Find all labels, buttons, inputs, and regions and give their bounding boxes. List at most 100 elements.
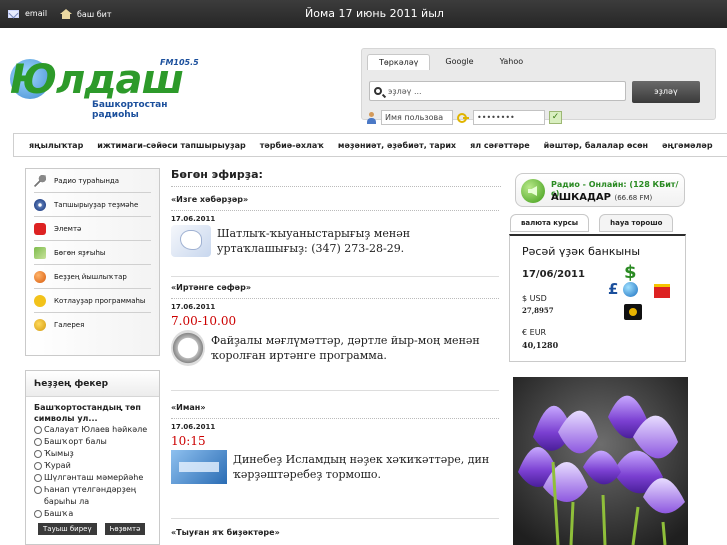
program-date: 17.06.2011 (171, 423, 216, 431)
sidebar-item-contact[interactable]: Элемтә (34, 217, 151, 241)
program-text: Динебеҙ Исламдың нәҙек хәҡиҡәттәре, дин … (233, 453, 490, 481)
nav-item-culture[interactable]: мәҙәниәт, әҙәбиәт, тарих (338, 141, 456, 150)
sidebar-item-label: Котлауҙар программаһы (54, 296, 146, 305)
sidebar-item-label: Беҙҙең йышлыҡтар (54, 272, 127, 281)
program-item: «Иртәнге сәфәр» 17.06.2011 7.00-10.00 Фа… (171, 279, 499, 366)
sidebar-item-gallery[interactable]: Галерея (34, 313, 151, 337)
poll-buttons: Тауыш биреү Һөҙөмтә (26, 523, 159, 535)
program-body: Динебеҙ Исламдың нәҙек хәҡиҡәттәре, дин … (171, 450, 499, 484)
sidebar-item-frequencies[interactable]: Беҙҙең йышлыҡтар (34, 265, 151, 289)
program-title[interactable]: «Изге хәбәрҙәр» (171, 191, 499, 211)
program-title[interactable]: «Тыуған яҡ биҙәктәре» (171, 524, 499, 544)
radio-button[interactable] (34, 510, 42, 518)
main-nav: яңылыҡтар ижтимаги-сәйәси тапшырыуҙар тә… (13, 133, 727, 157)
search-input[interactable]: эҙләү ... (369, 81, 626, 101)
user-icon (366, 111, 377, 124)
nav-item-ethics[interactable]: тәрбиә-әхлаҡ (260, 141, 324, 150)
radio-button[interactable] (34, 438, 42, 446)
currency-date: 17/06/2011 (522, 269, 585, 280)
poll-question: Башҡортостандың төп символы ул... (34, 403, 141, 423)
program-text: Файҙалы мәғлүмәттәр, дәртле йыр-моң менә… (211, 334, 480, 362)
login-form: Имя пользова •••••••• ✓ (366, 110, 562, 125)
divider (171, 518, 499, 519)
poll-option-label: Башҡа (44, 509, 74, 518)
sidebar-item-schedule[interactable]: Тапшырыуҙар теҙмәһе (34, 193, 151, 217)
sidebar-item-label: Тапшырыуҙар теҙмәһе (54, 200, 139, 209)
poll-option[interactable]: Шүлгәнташ мәмерйәһе (26, 472, 159, 484)
email-label: email (25, 9, 48, 18)
logo-subtitle: Башкортостан радиоhы (92, 100, 168, 120)
search-tab-local[interactable]: Төркәләү (367, 54, 431, 70)
phone-icon (34, 222, 46, 235)
results-button[interactable]: Һөҙөмтә (104, 523, 146, 535)
poll-option[interactable]: Ҡурай (26, 460, 159, 472)
poll-title: Һеҙҙең фекер (26, 371, 159, 397)
sidebar-item-about[interactable]: Радио тураһында (34, 169, 151, 193)
poll-option[interactable]: Башҡа (26, 508, 159, 520)
sidebar-item-label: Элемтә (54, 224, 82, 233)
program-item: «Иман» 17.06.2011 10:15 Динебеҙ Исламдың… (171, 399, 499, 484)
microphone-icon (34, 174, 46, 187)
poll-option-label: Шүлгәнташ мәмерйәһе (44, 473, 144, 482)
search-tab-google[interactable]: Google (434, 54, 484, 70)
sidebar-item-donate[interactable]: Бөгөн яҙғыһы (34, 241, 151, 265)
poll-option[interactable]: Салауат Юлаев һәйкәле (26, 424, 159, 436)
on-air-section: Бөгөн эфирҙа: (171, 168, 501, 187)
search-icon (374, 87, 382, 95)
radio-online-player[interactable]: Радио - Онлайн: (128 КБит/с) АШКАДАР (66… (515, 173, 685, 207)
gift-icon (654, 284, 670, 298)
nav-item-leisure[interactable]: ял сәғәттәре (470, 141, 530, 150)
program-time: 7.00-10.00 (171, 314, 237, 328)
program-title[interactable]: «Иман» (171, 399, 499, 419)
usd-value: 27,8957 (522, 306, 554, 315)
password-field[interactable]: •••••••• (473, 110, 545, 125)
poll-option-label: Башҡорт балы (44, 437, 107, 446)
search-placeholder: эҙләү ... (388, 86, 422, 96)
nav-item-youth[interactable]: йәштәр, балалар өсөн (544, 141, 648, 150)
dove-image (171, 225, 211, 257)
logo-frequency: FM105.5 (160, 58, 199, 67)
crocus-photo (513, 377, 688, 545)
speaker-icon[interactable] (521, 179, 545, 203)
vote-button[interactable]: Тауыш биреү (38, 523, 97, 535)
mosque-image (171, 450, 227, 484)
key-icon (457, 112, 469, 124)
poll-option[interactable]: Ҡымыҙ (26, 448, 159, 460)
radio-button[interactable] (34, 474, 42, 482)
currency-panel: Рәсәй үҙәк банкыны 17/06/2011 $ USD 27,8… (509, 234, 686, 362)
username-field[interactable]: Имя пользова (381, 110, 453, 125)
eur-value: 40,1280 (522, 340, 559, 350)
ball-icon (34, 270, 46, 283)
tab-currency[interactable]: валюта курсы (510, 214, 590, 232)
tab-weather[interactable]: һауа торошо (599, 214, 674, 232)
nav-item-interviews[interactable]: әңгәмәләр (662, 141, 712, 150)
sidebar-item-label: Радио тураһында (54, 176, 120, 185)
radio-button[interactable] (34, 450, 42, 458)
poll-option[interactable]: Башҡорт балы (26, 436, 159, 448)
wallet-icon (624, 304, 642, 320)
pound-icon: £ (608, 280, 619, 298)
sidebar-item-greetings[interactable]: Котлауҙар программаһы (34, 289, 151, 313)
radio-station-name: АШКАДАР (551, 192, 611, 203)
poll-option[interactable]: Һанап үтелгәндәрҙең барыһы ла (26, 484, 159, 508)
login-button[interactable]: ✓ (549, 111, 562, 124)
email-link[interactable]: email (8, 9, 47, 18)
nav-item-news[interactable]: яңылыҡтар (29, 141, 83, 150)
disc-icon (34, 198, 46, 211)
radio-button[interactable] (34, 486, 42, 494)
radio-station-freq: (66.68 FM) (614, 194, 653, 202)
radio-station: АШКАДАР (66.68 FM) (551, 192, 652, 203)
program-time: 10:15 (171, 434, 206, 448)
radio-button[interactable] (34, 462, 42, 470)
info-tabs: валюта курсы һауа торошо (510, 214, 674, 232)
program-title[interactable]: «Иртәнге сәфәр» (171, 279, 499, 299)
home-link[interactable]: баш бит (60, 9, 112, 19)
program-body: Шатлыҡ-ҡыуаныстарығыҙ менән уртаҡлашығыҙ… (171, 225, 499, 257)
divider (171, 390, 499, 391)
search-tab-yahoo[interactable]: Yahoo (489, 54, 535, 70)
site-logo[interactable]: Юлдаш FM105.5 Башкортостан радиоhы (10, 55, 200, 120)
radio-button[interactable] (34, 426, 42, 434)
nav-item-socio-political[interactable]: ижтимаги-сәйәси тапшырыуҙар (97, 141, 245, 150)
poll-option-label: Ҡымыҙ (44, 449, 74, 458)
search-button[interactable]: эҙләү (632, 81, 700, 103)
